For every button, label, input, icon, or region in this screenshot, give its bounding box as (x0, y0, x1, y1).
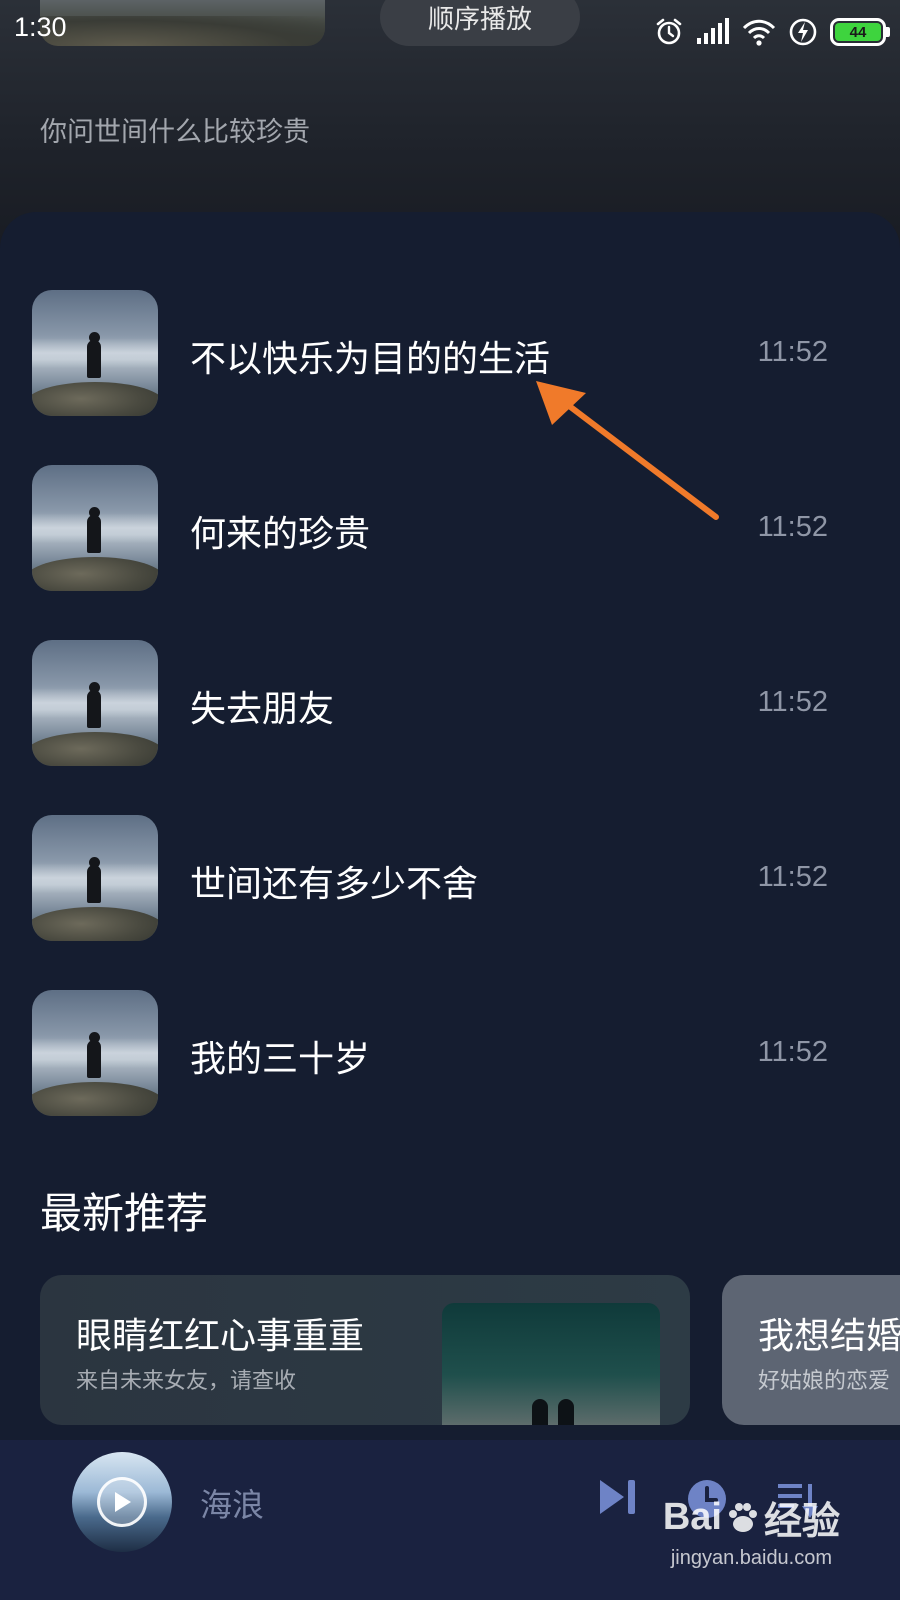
recommend-card[interactable]: 我想结婚 好姑娘的恋爱 (722, 1275, 900, 1425)
battery-icon: 44 (830, 18, 890, 46)
song-row[interactable]: 何来的珍贵 11:52 (0, 465, 900, 640)
song-title: 世间还有多少不舍 (190, 864, 479, 905)
cover-rock (32, 1082, 158, 1116)
song-row[interactable]: 失去朋友 11:52 (0, 640, 900, 815)
recommend-card-image (442, 1303, 660, 1425)
player-track-title: 海浪 (200, 1486, 265, 1524)
song-row[interactable]: 不以快乐为目的的生活 11:52 (0, 290, 900, 465)
cover-figure (87, 515, 101, 553)
status-icons: 44 (654, 14, 890, 50)
cover-figure (87, 340, 101, 378)
song-cover (32, 465, 158, 591)
watermark-url: jingyan.baidu.com (670, 1547, 833, 1569)
next-icon (600, 1480, 635, 1514)
alarm-icon (654, 17, 684, 47)
battery-level: 44 (835, 23, 881, 41)
player-album-art[interactable] (72, 1452, 172, 1552)
song-title: 失去朋友 (190, 689, 335, 730)
cover-rock (32, 907, 158, 941)
section-title-recommend: 最新推荐 (40, 1189, 209, 1238)
signal-icon (696, 18, 730, 46)
song-time: 11:52 (757, 511, 828, 543)
song-title: 我的三十岁 (190, 1039, 371, 1080)
watermark-brand: Bai (662, 1496, 722, 1538)
cover-rock (32, 382, 158, 416)
song-time: 11:52 (757, 686, 828, 718)
charging-icon (788, 17, 818, 47)
baidu-logo: Bai 经验 (663, 1490, 840, 1545)
play-button[interactable] (97, 1477, 147, 1527)
paw-icon (728, 1502, 757, 1532)
recommend-card[interactable]: 眼睛红红心事重重 来自未来女友，请查收 (40, 1275, 690, 1425)
song-row[interactable]: 世间还有多少不舍 11:52 (0, 815, 900, 990)
watermark-brand-cn: 经验 (763, 1501, 840, 1543)
recommend-card-title: 眼睛红红心事重重 (76, 1316, 365, 1357)
cover-figure (87, 690, 101, 728)
cover-rock (32, 732, 158, 766)
song-list: 不以快乐为目的的生活 11:52 何来的珍贵 11:52 失去朋友 11:52 世间还有多少… (0, 290, 900, 1165)
song-title: 何来的珍贵 (190, 514, 371, 555)
song-time: 11:52 (757, 336, 828, 368)
cover-figure (87, 865, 101, 903)
play-icon (115, 1492, 131, 1512)
recommend-card-subtitle: 好姑娘的恋爱 (758, 1369, 891, 1394)
baidu-watermark: Bai 经验 jingyan.baidu.com (663, 1490, 840, 1570)
playlist-panel: 不以快乐为目的的生活 11:52 何来的珍贵 11:52 失去朋友 11:52 世间还有多少… (0, 212, 900, 1442)
recommend-card-title: 我想结婚 (758, 1316, 900, 1357)
silhouette (532, 1399, 548, 1425)
status-time: 1:30 (14, 12, 67, 42)
next-button[interactable] (598, 1478, 638, 1520)
song-time: 11:52 (757, 1036, 828, 1068)
song-cover (32, 815, 158, 941)
wifi-icon (742, 18, 776, 46)
annotation-arrow (536, 381, 719, 520)
song-cover (32, 990, 158, 1116)
song-cover (32, 640, 158, 766)
song-time: 11:52 (757, 861, 828, 893)
status-bar: 1:30 44 (0, 0, 900, 62)
playlist-subtitle: 你问世间什么比较珍贵 (40, 117, 310, 148)
recommend-card-subtitle: 来自未来女友，请查收 (76, 1369, 297, 1394)
song-row[interactable]: 我的三十岁 11:52 (0, 990, 900, 1165)
cover-figure (87, 1040, 101, 1078)
silhouette (558, 1399, 574, 1425)
cover-rock (32, 557, 158, 591)
song-title: 不以快乐为目的的生活 (190, 339, 551, 380)
song-cover (32, 290, 158, 416)
